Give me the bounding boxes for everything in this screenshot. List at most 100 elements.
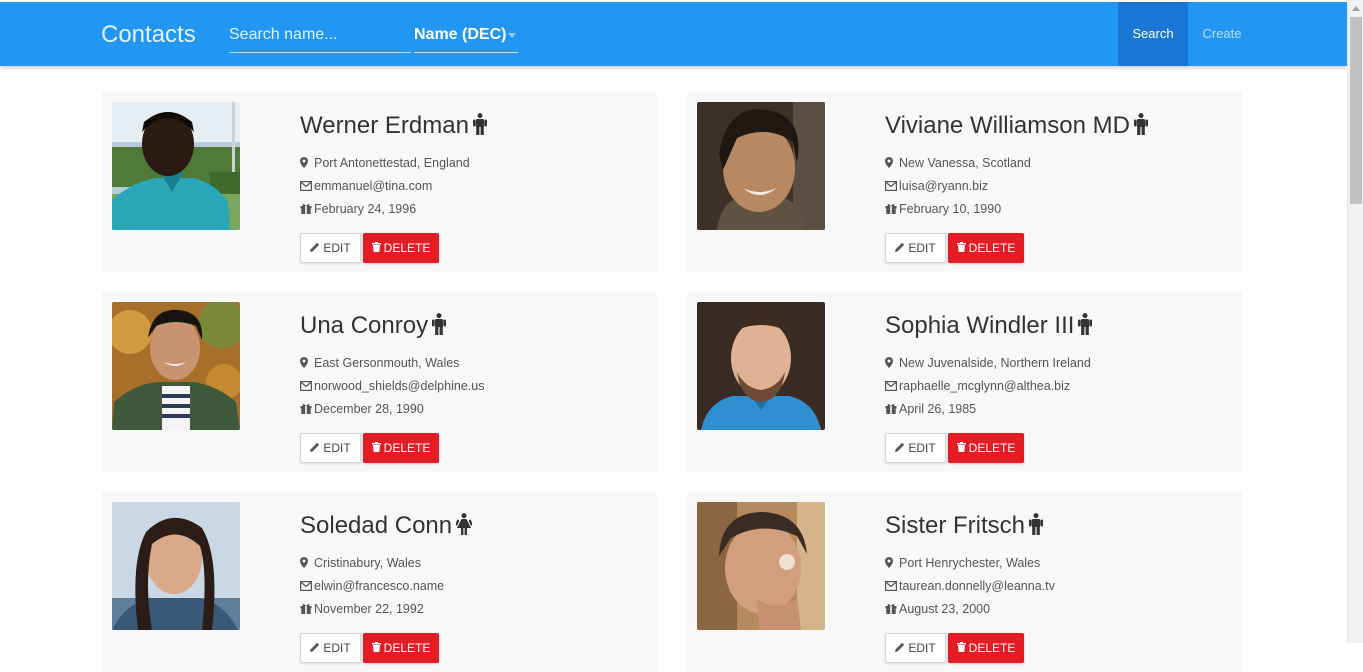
sort-select-value: Name (DEC) (414, 26, 507, 43)
edit-button[interactable]: EDIT (300, 233, 361, 263)
delete-button[interactable]: DELETE (948, 633, 1024, 663)
contact-email-text: emmanuel@tina.com (314, 179, 433, 193)
male-icon (432, 313, 447, 342)
contact-location-text: Cristinabury, Wales (314, 556, 421, 570)
contact-location: Port Antonettestad, England (300, 156, 470, 171)
contact-name: Sophia Windler III (885, 312, 1093, 342)
contact-birthday-text: December 28, 1990 (314, 402, 424, 416)
female-icon (455, 513, 473, 542)
contact-photo (697, 502, 825, 630)
contact-birthday-text: February 10, 1990 (899, 202, 1002, 216)
contact-email: emmanuel@tina.com (300, 179, 432, 194)
contact-birthday-text: August 23, 2000 (899, 602, 991, 616)
delete-button[interactable]: DELETE (948, 233, 1024, 263)
edit-button-label: EDIT (908, 641, 936, 655)
delete-button[interactable]: DELETE (363, 433, 439, 463)
contact-birthday-text: February 24, 1996 (314, 202, 417, 216)
delete-button-label: DELETE (383, 441, 431, 455)
contact-card: Sophia Windler III New Juvenalside, Nort… (687, 292, 1242, 472)
contact-name-text: Viviane Williamson MD (885, 112, 1130, 139)
contact-location: Cristinabury, Wales (300, 556, 421, 571)
edit-button-label: EDIT (323, 241, 351, 255)
gift-icon (300, 403, 314, 417)
contact-photo (112, 302, 240, 430)
pencil-icon (895, 641, 905, 655)
delete-button-label: DELETE (383, 241, 431, 255)
trash-icon (956, 241, 966, 255)
contact-email: taurean.donnelly@leanna.tv (885, 579, 1055, 594)
contact-name-text: Soledad Conn (300, 512, 453, 539)
contact-location: Port Henrychester, Wales (885, 556, 1040, 571)
envelope-icon (885, 380, 899, 394)
scrollbar[interactable] (1347, 0, 1363, 643)
contact-name: Werner Erdman (300, 112, 487, 142)
contact-email: elwin@francesco.name (300, 579, 444, 594)
contact-email: norwood_shields@delphine.us (300, 379, 484, 394)
contact-birthday-text: April 26, 1985 (899, 402, 977, 416)
contact-name-text: Una Conroy (300, 312, 429, 339)
contact-card: Viviane Williamson MD New Vanessa, Scotl… (687, 92, 1242, 272)
contact-photo (697, 302, 825, 430)
contact-birthday-text: November 22, 1992 (314, 602, 424, 616)
pencil-icon (895, 441, 905, 455)
edit-button-label: EDIT (908, 441, 936, 455)
pencil-icon (310, 241, 320, 255)
contact-location-text: Port Henrychester, Wales (899, 556, 1041, 570)
brand-title[interactable]: Contacts (101, 21, 196, 49)
scroll-thumb[interactable] (1350, 17, 1362, 204)
contact-location: New Vanessa, Scotland (885, 156, 1031, 171)
contact-email-text: norwood_shields@delphine.us (314, 379, 485, 393)
delete-button-label: DELETE (968, 441, 1016, 455)
delete-button[interactable]: DELETE (363, 233, 439, 263)
edit-button-label: EDIT (323, 441, 351, 455)
contact-card: Una Conroy East Gersonmouth, Wales norwo… (102, 292, 657, 472)
male-icon (1133, 113, 1148, 142)
male-icon (1029, 513, 1044, 542)
pencil-icon (310, 441, 320, 455)
edit-button[interactable]: EDIT (885, 233, 946, 263)
contact-birthday: February 10, 1990 (885, 202, 1001, 217)
scroll-up-arrow-icon[interactable] (1352, 6, 1360, 11)
map-marker-icon (300, 157, 314, 171)
edit-button-label: EDIT (908, 241, 936, 255)
pencil-icon (310, 641, 320, 655)
contact-card: Soledad Conn Cristinabury, Wales elwin@f… (102, 492, 657, 672)
edit-button[interactable]: EDIT (300, 433, 361, 463)
edit-button[interactable]: EDIT (300, 633, 361, 663)
contact-birthday: April 26, 1985 (885, 402, 976, 417)
contact-photo (112, 102, 240, 230)
contact-name-text: Werner Erdman (300, 112, 469, 139)
contact-location-text: East Gersonmouth, Wales (314, 356, 460, 370)
contact-location-text: New Juvenalside, Northern Ireland (899, 356, 1091, 370)
contact-name-text: Sophia Windler III (885, 312, 1075, 339)
contact-name: Soledad Conn (300, 512, 473, 542)
delete-button[interactable]: DELETE (363, 633, 439, 663)
delete-button[interactable]: DELETE (948, 433, 1024, 463)
gift-icon (885, 603, 899, 617)
gift-icon (885, 403, 899, 417)
contact-email-text: luisa@ryann.biz (899, 179, 989, 193)
contact-email-text: taurean.donnelly@leanna.tv (899, 579, 1055, 593)
edit-button[interactable]: EDIT (885, 633, 946, 663)
contact-email: raphaelle_mcglynn@althea.biz (885, 379, 1070, 394)
map-marker-icon (885, 557, 899, 571)
map-marker-icon (885, 157, 899, 171)
contact-location-text: New Vanessa, Scotland (899, 156, 1031, 170)
edit-button[interactable]: EDIT (885, 433, 946, 463)
gift-icon (885, 203, 899, 217)
delete-button-label: DELETE (968, 241, 1016, 255)
trash-icon (371, 641, 381, 655)
search-button[interactable]: Search (1118, 2, 1188, 66)
caret-down-icon (508, 33, 516, 38)
contact-name-text: Sister Fritsch (885, 512, 1026, 539)
pencil-icon (895, 241, 905, 255)
contact-location: New Juvenalside, Northern Ireland (885, 356, 1091, 371)
sort-select[interactable]: Name (DEC) (414, 18, 518, 53)
delete-button-label: DELETE (383, 641, 431, 655)
trash-icon (956, 641, 966, 655)
search-name-input[interactable] (229, 18, 411, 53)
create-link[interactable]: Create (1188, 2, 1256, 66)
contact-name: Una Conroy (300, 312, 447, 342)
trash-icon (956, 441, 966, 455)
contact-location: East Gersonmouth, Wales (300, 356, 459, 371)
